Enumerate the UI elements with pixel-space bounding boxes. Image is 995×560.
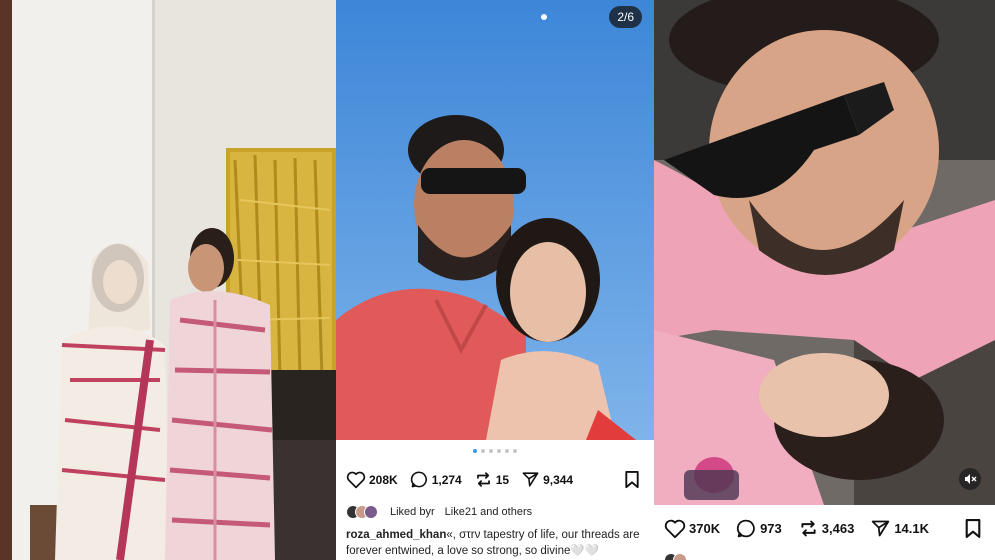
- like-button[interactable]: 370K: [664, 519, 720, 539]
- caption-emoji: 🤍🤍: [570, 545, 600, 557]
- post-2-photo[interactable]: 2/6: [336, 0, 654, 440]
- post-2: 2/6 208K 1,274 15 9,344 Liked by r Like2…: [336, 0, 654, 560]
- heart-icon: [346, 471, 366, 488]
- share-count: 9,344: [543, 472, 574, 487]
- post-1: [0, 0, 336, 560]
- liked-by-user: r: [430, 506, 435, 518]
- liked-by-label: Liked by: [390, 506, 431, 518]
- carousel-dot[interactable]: [481, 449, 485, 453]
- send-icon: [522, 472, 539, 487]
- carousel-dot[interactable]: [513, 449, 517, 453]
- post-1-photo[interactable]: [0, 0, 336, 560]
- carousel-dot[interactable]: [497, 449, 501, 453]
- share-button[interactable]: 14.1K: [870, 518, 929, 539]
- post-3: 370K 973 3,463 14.1K: [654, 0, 995, 560]
- carousel-dots: [336, 449, 654, 453]
- comment-count: 973: [760, 521, 782, 536]
- comment-button[interactable]: 1,274: [410, 470, 462, 489]
- like-count: 370K: [689, 521, 721, 536]
- share-button[interactable]: 9,344: [521, 470, 573, 489]
- liked-by-row[interactable]: [664, 553, 687, 560]
- like-count: 208K: [369, 472, 398, 487]
- post-3-photo[interactable]: [654, 0, 995, 505]
- mute-icon: [965, 474, 977, 484]
- comment-bubble-icon: [736, 519, 755, 538]
- repost-icon: [801, 520, 816, 537]
- comment-button[interactable]: 973: [736, 518, 782, 539]
- send-icon: [872, 520, 890, 537]
- carousel-dot[interactable]: [473, 449, 477, 453]
- bookmark-icon[interactable]: [964, 518, 982, 539]
- share-count: 14.1K: [894, 521, 930, 536]
- liked-by-row[interactable]: Liked by r Like21 and others: [346, 505, 532, 519]
- repost-count: 15: [495, 472, 510, 487]
- comment-count: 1,274: [431, 472, 462, 487]
- post-2-actions: 208K 1,274 15 9,344: [346, 470, 585, 489]
- post-3-actions: 370K 973 3,463 14.1K: [664, 518, 941, 539]
- carousel-dot[interactable]: [505, 449, 509, 453]
- repost-button[interactable]: 15: [474, 470, 509, 489]
- repost-button[interactable]: 3,463: [798, 518, 855, 539]
- carousel-dot[interactable]: [489, 449, 493, 453]
- carousel-counter: 2/6: [609, 6, 642, 28]
- comment-bubble-icon: [410, 471, 427, 488]
- repost-icon: [476, 472, 490, 487]
- like-button[interactable]: 208K: [346, 471, 398, 489]
- avatar: [364, 505, 378, 519]
- heart-icon: [664, 519, 686, 538]
- avatar: [673, 553, 687, 560]
- liked-by-others: Like21 and others: [444, 506, 533, 518]
- bookmark-icon[interactable]: [624, 470, 640, 489]
- repost-count: 3,463: [821, 521, 855, 536]
- post-2-caption: roza_ahmed_khan«, στrν tapestry of life,…: [346, 527, 651, 559]
- mute-button[interactable]: [959, 468, 981, 490]
- caption-username[interactable]: roza_ahmed_khan: [346, 529, 446, 541]
